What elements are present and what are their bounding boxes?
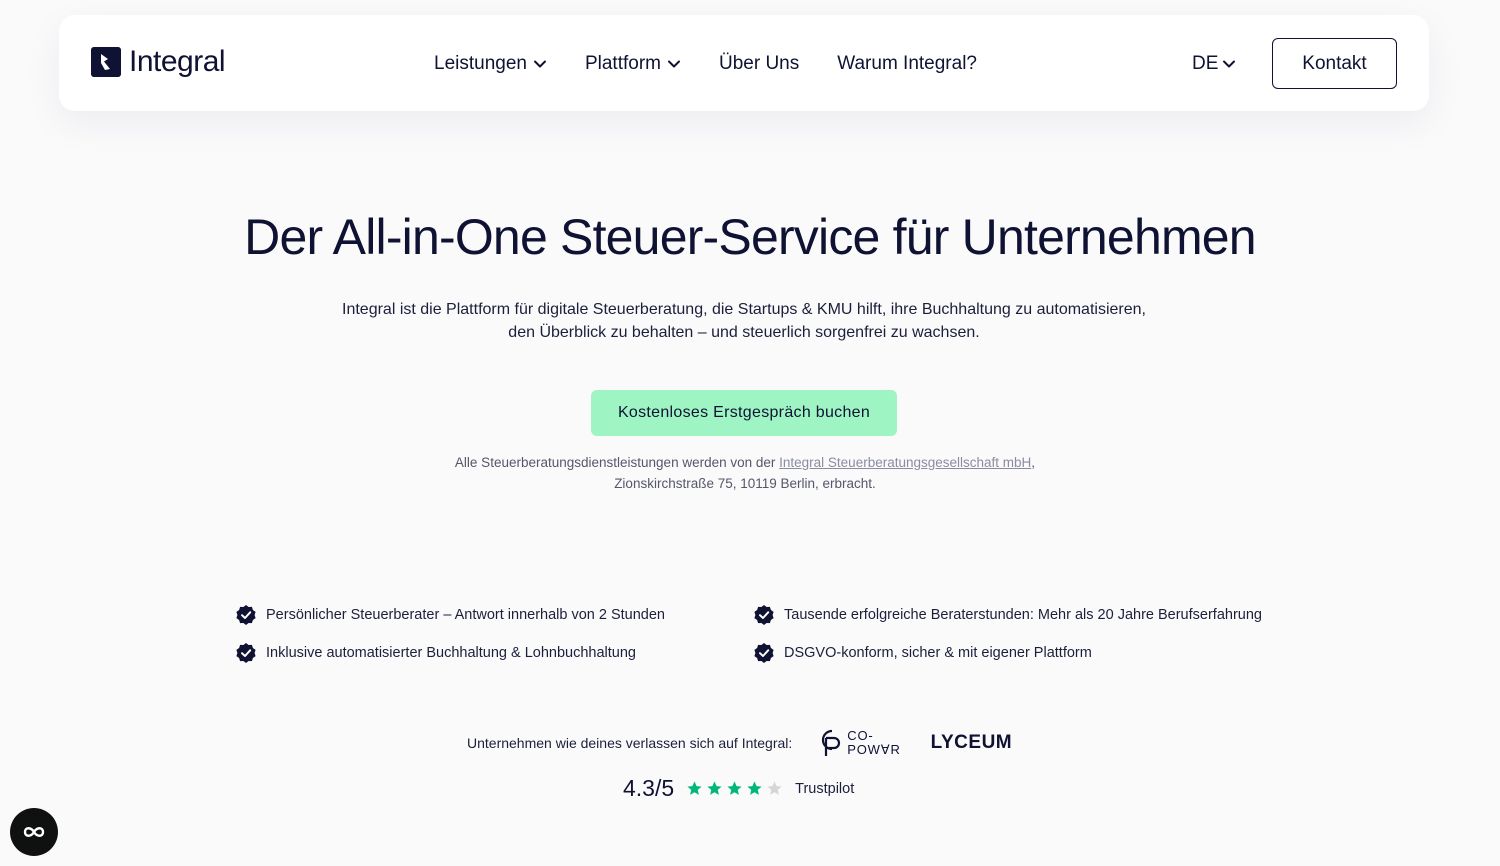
copower-line2: POW∀R xyxy=(847,742,901,757)
rating-score: 4.3/5 xyxy=(623,775,675,801)
hero-subtitle-line1: Integral ist die Plattform für digitale … xyxy=(342,301,1146,318)
logo-text: Integral xyxy=(129,45,226,78)
feature-text: Inklusive automatisierter Buchhaltung & … xyxy=(266,645,636,661)
company-link[interactable]: Integral Steuerberatungsgesellschaft mbH xyxy=(779,455,1031,470)
main-nav: Leistungen Plattform Über Uns Warum Inte… xyxy=(434,53,977,75)
copower-logo: CO- POW∀R xyxy=(818,728,900,758)
feature-text: Tausende erfolgreiche Beraterstunden: Me… xyxy=(784,607,1262,623)
hero-subtitle: Integral ist die Plattform für digitale … xyxy=(300,298,1188,344)
star-icon xyxy=(727,781,742,795)
nav-item-label: Warum Integral? xyxy=(837,53,977,74)
legal-prefix: Alle Steuerberatungsdienstleistungen wer… xyxy=(454,455,780,470)
legal-notice: Alle Steuerberatungsdienstleistungen wer… xyxy=(380,452,1110,494)
chevron-down-icon xyxy=(533,60,546,68)
hero-title: Der All-in-One Steuer-Service für Untern… xyxy=(244,209,1256,265)
book-consultation-button[interactable]: Kostenloses Erstgespräch buchen xyxy=(591,390,897,436)
nav-item-plattform[interactable]: Plattform xyxy=(585,53,681,75)
legal-address: Zionskirchstraße 75, 10119 Berlin, erbra… xyxy=(614,476,876,491)
star-empty-icon xyxy=(767,781,782,795)
accessibility-widget-button[interactable] xyxy=(10,808,58,856)
nav-item-warum-integral[interactable]: Warum Integral? xyxy=(837,53,977,75)
integral-logo-icon xyxy=(91,47,121,77)
infinity-icon xyxy=(23,827,45,837)
language-selector[interactable]: DE xyxy=(1192,53,1236,75)
navbar: Integral Leistungen Plattform Über Uns W… xyxy=(59,15,1429,111)
nav-item-label: Plattform xyxy=(584,53,661,74)
lyceum-logo: LYCEUM xyxy=(930,732,1013,753)
feature-text: Persönlicher Steuerberater – Antwort inn… xyxy=(266,607,665,623)
chevron-down-icon xyxy=(668,60,680,68)
contact-button[interactable]: Kontakt xyxy=(1272,38,1397,89)
star-icon xyxy=(707,781,722,795)
nav-item-leistungen[interactable]: Leistungen xyxy=(434,53,547,75)
chevron-down-icon xyxy=(1223,60,1236,68)
copower-logo-icon xyxy=(822,729,841,756)
copower-line1: CO- xyxy=(847,728,874,743)
rating-stars xyxy=(686,780,783,797)
logo[interactable]: Integral xyxy=(91,45,226,78)
feature-item: Tausende erfolgreiche Beraterstunden: Me… xyxy=(753,604,1262,626)
nav-item-ueber-uns[interactable]: Über Uns xyxy=(719,53,799,75)
nav-item-label: Über Uns xyxy=(719,53,800,74)
trust-row: Unternehmen wie deines verlassen sich au… xyxy=(467,728,1012,758)
trustpilot-label: Trustpilot xyxy=(795,780,855,797)
language-label: DE xyxy=(1192,53,1219,74)
verified-check-icon xyxy=(236,643,256,663)
star-icon xyxy=(747,781,762,795)
verified-check-icon xyxy=(754,643,774,663)
feature-item: Inklusive automatisierter Buchhaltung & … xyxy=(235,642,636,664)
nav-item-label: Leistungen xyxy=(434,53,527,74)
star-icon xyxy=(687,781,702,795)
trustpilot-rating: 4.3/5 Trustpilot xyxy=(623,775,854,802)
verified-check-icon xyxy=(236,605,256,625)
feature-item: DSGVO-konform, sicher & mit eigener Plat… xyxy=(753,642,1092,664)
feature-text: DSGVO-konform, sicher & mit eigener Plat… xyxy=(784,645,1092,661)
hero-subtitle-line2: den Überblick zu behalten – und steuerli… xyxy=(508,324,980,341)
trust-text: Unternehmen wie deines verlassen sich au… xyxy=(467,735,793,751)
feature-item: Persönlicher Steuerberater – Antwort inn… xyxy=(235,604,665,626)
verified-check-icon xyxy=(754,605,774,625)
legal-suffix: , xyxy=(1031,455,1036,470)
